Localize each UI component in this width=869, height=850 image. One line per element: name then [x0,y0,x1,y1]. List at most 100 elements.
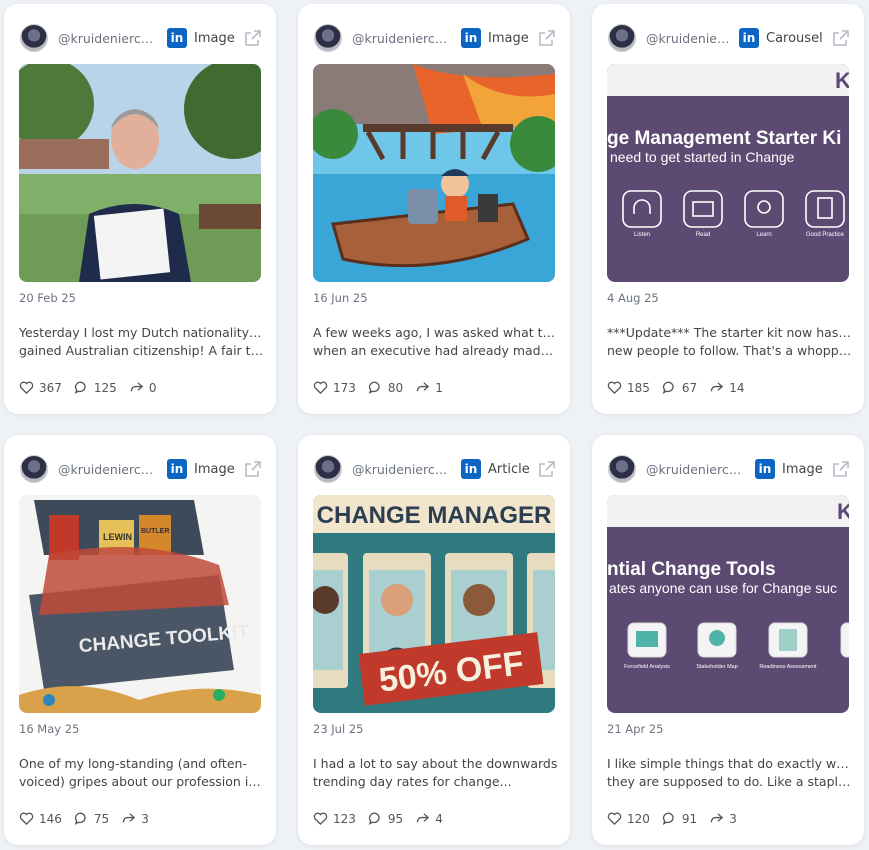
post-date: 20 Feb 25 [19,291,76,305]
likes-stat: 123 [313,811,356,826]
card-header: @kruidenierco... in Image [20,21,262,55]
shares-stat: 14 [709,380,744,395]
comments-stat: 67 [662,380,697,395]
external-link-icon[interactable] [538,29,556,47]
post-stats: 120 91 3 [607,811,749,826]
slide-label: Good Practice [806,232,845,238]
external-link-icon[interactable] [244,29,262,47]
comment-icon [662,812,674,826]
post-type-label: Image [194,461,235,477]
slide-badge: K [835,68,849,93]
author-handle: @kruidenierco... [58,30,158,46]
post-excerpt[interactable]: ***Update*** The starter kit now has 25 … [607,324,853,360]
excerpt-line: new people to follow. That's a whopping.… [607,343,853,358]
author-handle: @kruidenier... [646,30,730,46]
shares-stat: 3 [121,811,149,826]
likes-count: 173 [333,380,356,395]
slide-label: Listen [634,232,650,238]
comment-icon [368,812,380,826]
linkedin-icon: in [755,459,775,479]
author-handle: @kruidenierco... [352,461,452,477]
comments-count: 95 [387,811,404,826]
excerpt-line: they are supposed to do. Like a stapler.… [607,774,853,789]
post-date: 16 Jun 25 [313,291,368,305]
excerpt-line: I like simple things that do exactly wha… [607,756,853,771]
shares-count: 1 [435,380,443,395]
post-type-label: Carousel [766,30,823,46]
linkedin-icon: in [167,459,187,479]
comment-icon [662,381,674,395]
post-date: 23 Jul 25 [313,722,364,736]
excerpt-line: A few weeks ago, I was asked what to do [313,325,559,340]
post-excerpt[interactable]: I had a lot to say about the downwards t… [313,755,559,791]
post-image[interactable]: K ge Management Starter Ki need to get s… [607,64,849,282]
book-label: LEWIN [103,532,132,542]
likes-count: 185 [627,380,650,395]
likes-count: 120 [627,811,650,826]
post-type-label: Article [488,461,530,477]
author-handle: @kruidenierco... [58,461,158,477]
card-header: @kruidenierco... in Image [314,21,556,55]
shares-stat: 1 [415,380,443,395]
slide-subtitle: need to get started in Change [610,149,795,165]
share-icon [710,813,724,823]
avatar [608,455,636,483]
post-type-label: Image [782,461,823,477]
post-card[interactable]: @kruidenierco... in Article CHANGE MANAG… [298,435,570,845]
heart-icon [313,381,328,395]
likes-count: 146 [39,811,62,826]
shares-count: 3 [141,811,149,826]
external-link-icon[interactable] [244,460,262,478]
slide-label: Learn [756,232,771,238]
post-card[interactable]: @kruidenier... in Carousel K ge Manageme… [592,4,864,414]
post-excerpt[interactable]: Yesterday I lost my Dutch nationality an… [19,324,265,360]
book-label: BUTLER [141,528,169,535]
post-image[interactable]: CHANGE MANAGER 50% OFF [313,495,555,713]
avatar [608,24,636,52]
post-image[interactable] [313,64,555,282]
card-header: @kruidenierco... in Image [608,452,850,486]
post-date: 4 Aug 25 [607,291,659,305]
likes-stat: 185 [607,380,650,395]
external-link-icon[interactable] [832,29,850,47]
comments-count: 80 [387,380,404,395]
post-date: 21 Apr 25 [607,722,664,736]
excerpt-line: ***Update*** The starter kit now has 25 [607,325,853,340]
post-stats: 146 75 3 [19,811,161,826]
excerpt-line: One of my long-standing (and often- [19,756,247,771]
heart-icon [19,812,34,826]
slide-title: ntial Change Tools [607,559,776,580]
shares-count: 0 [148,380,157,395]
likes-count: 367 [39,380,62,395]
external-link-icon[interactable] [832,460,850,478]
post-stats: 173 80 1 [313,380,455,395]
post-excerpt[interactable]: One of my long-standing (and often- voic… [19,755,265,791]
post-card[interactable]: @kruidenierco... in Image LEWIN BUTLER C… [4,435,276,845]
shares-stat: 0 [129,380,157,395]
card-header: @kruidenier... in Carousel [608,21,850,55]
likes-stat: 173 [313,380,356,395]
post-card[interactable]: @kruidenierco... in Image K ntial Change… [592,435,864,845]
shares-count: 4 [435,811,443,826]
linkedin-icon: in [461,459,481,479]
shares-stat: 3 [709,811,737,826]
comments-count: 67 [681,380,698,395]
comments-stat: 91 [662,811,697,826]
excerpt-line: when an executive had already made u... [313,343,559,358]
post-card[interactable]: @kruidenierco... in Image 16 Jun 25 A fe… [298,4,570,414]
post-excerpt[interactable]: A few weeks ago, I was asked what to do … [313,324,559,360]
post-image[interactable]: LEWIN BUTLER CHANGE TOOLKIT [19,495,261,713]
card-header: @kruidenierco... in Article [314,452,556,486]
external-link-icon[interactable] [538,460,556,478]
post-image[interactable] [19,64,261,282]
slide-label: Forcefield Analysis [624,664,670,670]
post-image[interactable]: K ntial Change Tools ates anyone can use… [607,495,849,713]
heart-icon [607,812,622,826]
share-icon [130,382,143,392]
post-excerpt[interactable]: I like simple things that do exactly wha… [607,755,853,791]
post-card[interactable]: @kruidenierco... in Image 20 Feb 25 Yest… [4,4,276,414]
shares-count: 3 [729,811,737,826]
banner-text: CHANGE MANAGER [317,502,552,529]
post-stats: 123 95 4 [313,811,455,826]
excerpt-line: I had a lot to say about the downwards [313,756,558,771]
